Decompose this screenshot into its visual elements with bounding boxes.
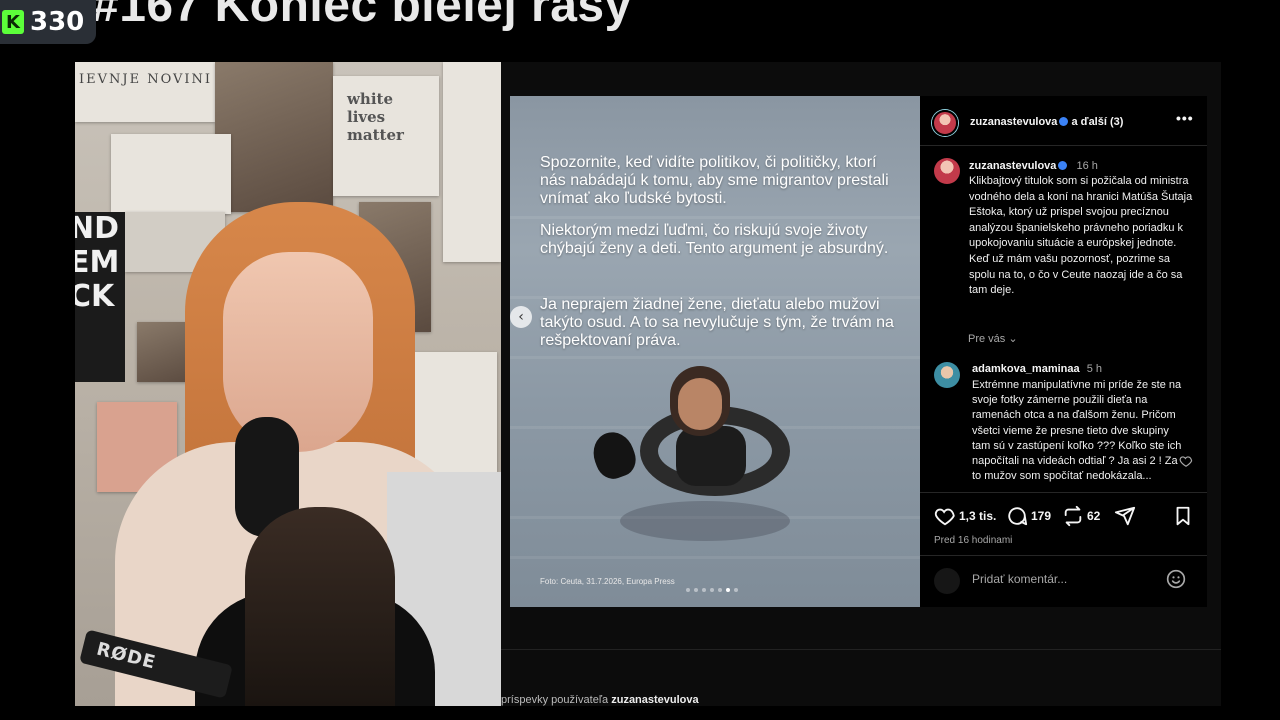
video-feed: IEVNJE NOVINI white lives matter ND EM C… <box>75 62 501 706</box>
kick-logo-icon: K <box>2 10 24 34</box>
post-image[interactable]: Spozornite, keď vidíte politikov, či pol… <box>510 96 920 607</box>
carousel-dot <box>702 588 706 592</box>
post-header: zuzanastevulova a ďalší (3) ••• <box>920 96 1207 146</box>
post-text-3: Ja neprajem žiadnej žene, dieťatu alebo … <box>540 296 894 349</box>
repost-icon <box>1064 505 1082 527</box>
header-author[interactable]: zuzanastevulova a ďalší (3) <box>970 116 1123 128</box>
divider <box>501 649 1221 650</box>
swimmer-body <box>676 426 746 486</box>
more-posts-label: príspevky používateľa zuzanastevulova <box>501 694 699 706</box>
share-button[interactable] <box>1114 505 1136 527</box>
post-timestamp: Pred 16 hodinami <box>934 535 1013 546</box>
like-count: 1,3 tis. <box>959 509 997 523</box>
send-icon <box>1114 506 1136 526</box>
caption-author[interactable]: zuzanastevulova 16 h <box>969 160 1098 172</box>
comment-count: 179 <box>1031 509 1052 523</box>
author-avatar[interactable] <box>932 110 958 136</box>
for-you-dropdown[interactable]: Pre vás ⌄ <box>968 332 1018 345</box>
flip-flop <box>587 426 641 484</box>
like-button[interactable]: 1,3 tis. <box>934 505 996 527</box>
stream-title: #167 Koniec bielej rasy <box>92 0 632 32</box>
comment-icon <box>1008 507 1028 526</box>
streamer-face <box>223 252 373 452</box>
chevron-down-icon: ⌄ <box>1008 333 1018 345</box>
post-sidebar: zuzanastevulova a ďalší (3) ••• zuzanast… <box>920 96 1207 607</box>
white-lives-matter-poster: white lives matter <box>347 90 404 144</box>
instagram-post-window: Spozornite, keď vidíte politikov, či pol… <box>501 62 1221 706</box>
carousel-dot <box>710 588 714 592</box>
bookmark-icon <box>1176 506 1190 526</box>
carousel-dot <box>718 588 722 592</box>
water-reflection <box>620 501 790 541</box>
repost-button[interactable]: 62 <box>1062 505 1100 527</box>
carousel-dot <box>694 588 698 592</box>
comment-bar: Pridať komentár... <box>920 555 1207 603</box>
carousel-dot <box>726 588 730 592</box>
save-button[interactable] <box>1172 505 1194 527</box>
comment-input[interactable]: Pridať komentár... <box>972 572 1067 586</box>
viewer-count-badge: K 330 <box>0 0 96 44</box>
webcam-person <box>245 507 395 706</box>
emoji-icon[interactable] <box>1166 569 1186 589</box>
photo-credit: Foto: Ceuta, 31.7.2026, Europa Press <box>540 577 675 586</box>
carousel-prev-button[interactable]: ‹ <box>510 306 532 328</box>
post-caption: Klikbajtový titulok som si požičala od m… <box>969 175 1193 297</box>
post-text-2: Niektorým medzi ľuďmi, čo riskujú svoje … <box>540 222 889 257</box>
current-user-avatar <box>934 568 960 594</box>
carousel-dot <box>686 588 690 592</box>
comment-button[interactable]: 179 <box>1006 505 1051 527</box>
newspaper-heading: IEVNJE NOVINI <box>79 72 213 87</box>
wall-paper <box>111 134 231 214</box>
verified-icon <box>1059 117 1069 126</box>
viewer-count: 330 <box>30 7 85 37</box>
verified-icon <box>1058 161 1068 170</box>
carousel-dot <box>734 588 738 592</box>
black-poster: ND EM CK <box>75 212 125 382</box>
caption-author-avatar[interactable] <box>934 158 960 184</box>
comment-text: Extrémne manipulatívne mi príde že ste n… <box>972 379 1182 483</box>
caption-time: 16 h <box>1076 160 1098 172</box>
swimmer-face <box>678 378 722 430</box>
wall-photo <box>215 62 333 212</box>
post-actions: 1,3 tis. 179 62 Pred 16 hodinami Pridať … <box>920 492 1207 602</box>
post-text-1: Spozornite, keď vidíte politikov, či pol… <box>540 154 889 207</box>
heart-icon <box>934 508 955 526</box>
commenter-avatar[interactable] <box>934 362 960 388</box>
commenter-name[interactable]: adamkova_maminaa 5 h <box>972 363 1102 375</box>
carousel-indicator <box>686 588 738 592</box>
coauthors-link[interactable]: a ďalší (3) <box>1071 116 1123 128</box>
more-options-icon[interactable]: ••• <box>1176 110 1194 126</box>
wall-poster: white lives matter <box>333 76 439 196</box>
wall-paper <box>443 62 501 262</box>
comment-like-icon[interactable] <box>1179 454 1193 468</box>
comment-time: 5 h <box>1086 363 1102 375</box>
footer-username[interactable]: zuzanastevulova <box>611 694 698 706</box>
wall-paper: IEVNJE NOVINI <box>75 62 215 122</box>
stream-title-bar: #167 Koniec bielej rasy K 330 <box>0 0 1280 60</box>
repost-count: 62 <box>1087 509 1101 523</box>
